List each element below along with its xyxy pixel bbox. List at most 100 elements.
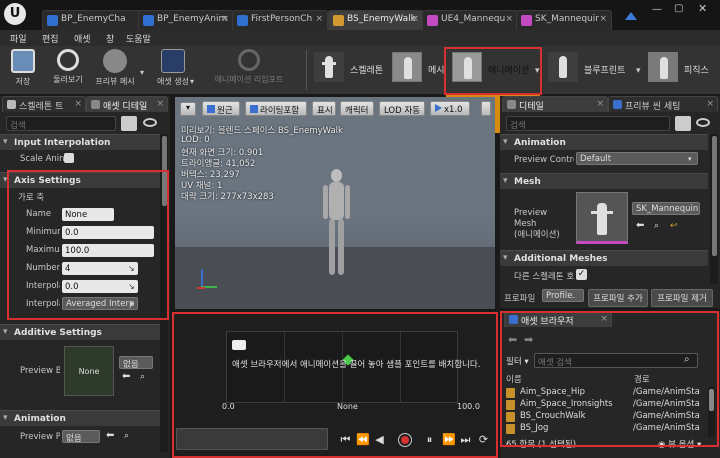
asset-row[interactable]: Aim_Space_Hip/Game/AnimSta <box>506 387 710 399</box>
menu-asset[interactable]: 애셋 <box>74 32 91 45</box>
search-icon[interactable]: ⌕ <box>140 372 145 382</box>
pause-icon[interactable]: ⏸ <box>424 434 435 446</box>
tab-preview-scene-settings[interactable]: 프리뷰 씬 세팅 × <box>608 96 718 112</box>
mode-skeleton[interactable]: 스켈레톤 <box>314 52 392 86</box>
tab-first-person-character[interactable]: FirstPersonCh × <box>232 10 328 30</box>
animation-header[interactable]: Animation <box>0 410 160 426</box>
reset-arrow-icon[interactable]: ↘ <box>128 282 135 291</box>
tab-bs-enemy-walk[interactable]: BS_EnemyWalk × <box>328 10 424 30</box>
animation-dropdown-icon[interactable]: ▾ <box>535 66 540 76</box>
close-icon[interactable]: × <box>221 14 229 24</box>
browse-button[interactable]: 둘러보기 <box>46 49 90 91</box>
left-scrollbar[interactable] <box>160 134 168 452</box>
close-icon[interactable]: × <box>600 314 608 324</box>
column-header-path[interactable]: 경로 <box>634 373 650 385</box>
menu-window[interactable]: 창 <box>106 32 114 45</box>
axis-name-field[interactable]: None <box>62 208 114 221</box>
allow-different-skeletons-checkbox[interactable]: ✓ <box>576 269 587 280</box>
tab-asset-browser[interactable]: 애셋 브라우저 × <box>504 311 612 327</box>
view-grid-icon[interactable] <box>121 116 137 131</box>
timeline-scrubber[interactable] <box>176 428 328 450</box>
eye-icon[interactable] <box>143 118 157 127</box>
loop-icon[interactable]: ⟳ <box>478 434 489 446</box>
mode-mesh[interactable]: 메시 <box>392 52 445 86</box>
lod-button[interactable]: LOD 자동 <box>379 101 425 116</box>
use-arrow-icon[interactable]: ⬅ <box>122 371 130 382</box>
close-window-button[interactable]: ✕ <box>698 2 707 15</box>
axis-maximum-field[interactable]: 100.0 <box>62 244 154 257</box>
tab-sk-mannequin[interactable]: SK_Mannequir × <box>516 10 612 30</box>
add-profile-button[interactable]: 프로파일 추가 <box>588 289 648 307</box>
close-icon[interactable]: × <box>706 99 714 109</box>
search-icon[interactable]: ⌕ <box>654 221 659 231</box>
menu-file[interactable]: 파일 <box>10 32 27 45</box>
view-grid-icon[interactable] <box>675 116 691 131</box>
input-interpolation-header[interactable]: Input Interpolation <box>0 134 160 150</box>
maximize-button[interactable]: ▢ <box>674 3 683 14</box>
close-icon[interactable]: × <box>411 14 419 24</box>
preview-mesh-button[interactable]: 프리뷰 메시 <box>92 49 138 91</box>
filter-button[interactable]: 필터 ▾ <box>506 355 529 367</box>
left-search-input[interactable]: 검색 <box>6 116 116 131</box>
close-icon[interactable]: × <box>596 99 604 109</box>
profile-dropdown[interactable]: Profile. <box>542 289 584 302</box>
interpolation-type-dropdown[interactable]: Averaged Interp <box>62 297 138 310</box>
back-arrow-icon[interactable]: ⬅ <box>508 333 517 346</box>
step-back-icon[interactable]: ⏪ <box>356 434 370 446</box>
tab-bp-enemy-character[interactable]: BP_EnemyCha× <box>42 10 152 30</box>
tab-bp-enemy-anim[interactable]: BP_EnemyAnim × <box>138 10 234 30</box>
interpolation-time-field[interactable]: 0.0 <box>62 280 138 293</box>
forward-arrow-icon[interactable]: ➡ <box>524 333 533 346</box>
axis-grid-number-field[interactable]: 4 <box>62 262 138 275</box>
unreal-logo-icon[interactable]: U <box>4 3 26 25</box>
use-arrow-icon[interactable]: ⬅ <box>636 220 644 231</box>
perspective-button[interactable]: 원근 <box>202 101 240 116</box>
viewport[interactable]: ▾ 원근 라이팅포함 표시 캐릭터 LOD 자동 x1.0 미리보기: 블렌드 … <box>175 97 495 309</box>
menu-help[interactable]: 도움말 <box>126 32 151 45</box>
axis-settings-header[interactable]: Axis Settings <box>0 172 160 188</box>
preview-mesh-thumbnail[interactable] <box>576 192 628 244</box>
minimize-button[interactable]: — <box>652 4 662 15</box>
additional-meshes-header[interactable]: Additional Meshes <box>500 250 708 266</box>
close-icon[interactable]: × <box>505 14 513 24</box>
reimport-animation-button[interactable]: 애니메이션 리임포트 <box>204 49 294 91</box>
create-asset-dropdown-icon[interactable]: ▾ <box>190 77 194 86</box>
menu-edit[interactable]: 편집 <box>42 32 59 45</box>
asset-scrollbar[interactable] <box>708 387 715 437</box>
viewport-options-button[interactable] <box>481 101 491 116</box>
animation-section-header[interactable]: Animation <box>500 134 708 150</box>
asset-row[interactable]: BS_Jog/Game/AnimSta <box>506 423 710 435</box>
search-icon[interactable]: ⌕ <box>124 431 129 441</box>
playback-speed-button[interactable]: x1.0 <box>430 101 470 116</box>
asset-row[interactable]: Aim_Space_Ironsights/Game/AnimSta <box>506 399 710 411</box>
details-scrollbar[interactable] <box>710 134 718 284</box>
remove-profile-button[interactable]: 프로파일 제거 <box>651 289 713 307</box>
preview-mesh-dropdown[interactable]: SK_Mannequin <box>632 202 700 215</box>
asset-row[interactable]: BS_CrouchWalk/Game/AnimSta <box>506 411 710 423</box>
character-button[interactable]: 캐릭터 <box>340 101 374 116</box>
preview-pose-dropdown[interactable]: 없음 <box>62 430 100 443</box>
base-pose-dropdown[interactable]: 없음 <box>119 356 153 369</box>
blueprint-dropdown-icon[interactable]: ▾ <box>636 66 641 76</box>
preview-mesh-dropdown-icon[interactable]: ▾ <box>140 68 144 77</box>
notification-icon[interactable] <box>625 12 637 20</box>
tab-skeleton-tree[interactable]: 스켈레톤 트 × <box>2 96 86 112</box>
horizontal-axis-label[interactable]: 가로 축 <box>18 191 44 203</box>
base-pose-thumbnail[interactable]: None <box>64 346 114 396</box>
search-icon[interactable]: ⌕ <box>684 354 690 365</box>
preview-controller-dropdown[interactable]: Default <box>576 152 698 165</box>
skip-to-start-icon[interactable]: ⏮ <box>340 434 351 446</box>
additive-settings-header[interactable]: Additive Settings <box>0 324 160 340</box>
eye-icon[interactable] <box>696 118 710 127</box>
tab-ue4-mannequin[interactable]: UE4_Mannequ × <box>422 10 518 30</box>
step-forward-icon[interactable]: ⏩ <box>442 434 456 446</box>
use-arrow-icon[interactable]: ⬅ <box>106 430 114 441</box>
save-button[interactable]: 저장 <box>8 49 38 91</box>
play-reverse-icon[interactable]: ◀ <box>374 434 385 446</box>
column-header-name[interactable]: 이름 <box>506 373 522 385</box>
reset-arrow-icon[interactable]: ↘ <box>128 264 135 273</box>
axis-minimum-field[interactable]: 0.0 <box>62 226 154 239</box>
asset-search-input[interactable]: 애셋 검색 <box>534 353 698 368</box>
details-search-input[interactable]: 검색 <box>506 116 670 131</box>
close-icon[interactable]: × <box>74 99 82 109</box>
